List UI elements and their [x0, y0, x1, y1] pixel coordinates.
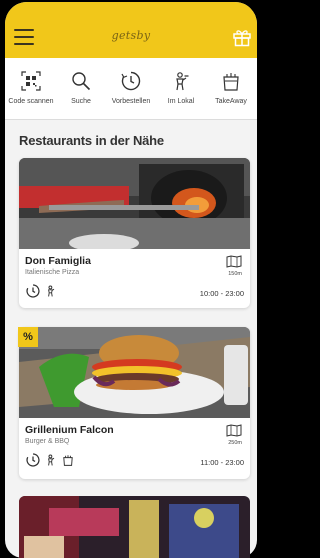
- action-label: Code scannen: [8, 98, 54, 105]
- qr-code-icon: [21, 71, 41, 91]
- restaurant-name: Don Famiglia: [25, 255, 91, 267]
- restaurant-hours: 11:00 - 23:00: [200, 458, 244, 467]
- restaurant-distance: 150m: [228, 271, 242, 277]
- restaurant-hours: 10:00 - 23:00: [199, 289, 244, 298]
- restaurant-card-grillenium-falcon[interactable]: Grillenium Falcon Burger & BBQ 250m 11:0…: [19, 327, 250, 479]
- action-code-scannen[interactable]: Code scannen: [6, 58, 56, 120]
- restaurant-photo: [19, 496, 250, 558]
- map-icon[interactable]: [226, 255, 242, 268]
- restaurant-features: [26, 284, 57, 298]
- quick-actions-bar: Code scannen Suche Vorbestellen Im Lokal…: [5, 58, 257, 120]
- restaurant-photo: [19, 158, 250, 249]
- takeaway-bag-icon: [63, 455, 73, 466]
- clock-icon: [26, 284, 40, 298]
- action-suche[interactable]: Suche: [56, 58, 106, 120]
- restaurant-category: Burger & BBQ: [25, 438, 70, 445]
- action-im-lokal[interactable]: Im Lokal: [156, 58, 206, 120]
- waiter-icon: [48, 285, 55, 297]
- restaurant-category: Italienische Pizza: [25, 269, 80, 276]
- restaurant-distance: 250m: [228, 440, 242, 446]
- clock-icon: [121, 71, 141, 91]
- waiter-icon: [176, 72, 189, 91]
- app-logo: getsby: [111, 29, 151, 42]
- waiter-icon: [48, 454, 55, 466]
- app-header: getsby: [5, 2, 257, 58]
- discount-badge: %: [18, 327, 38, 347]
- action-label: Im Lokal: [167, 98, 195, 105]
- restaurant-card-don-famiglia[interactable]: Don Famiglia Italienische Pizza 150m 10:…: [19, 158, 250, 308]
- search-icon: [72, 72, 91, 91]
- restaurant-features: [26, 453, 74, 467]
- map-icon[interactable]: [226, 424, 242, 437]
- action-takeaway[interactable]: TakeAway: [206, 58, 256, 120]
- action-vorbestellen[interactable]: Vorbestellen: [106, 58, 156, 120]
- action-label: TakeAway: [215, 98, 247, 105]
- restaurant-card-partial[interactable]: [19, 496, 250, 558]
- action-label: Vorbestellen: [111, 98, 151, 105]
- section-title: Restaurants in der Nähe: [19, 133, 164, 148]
- action-label: Suche: [71, 98, 91, 105]
- takeaway-bag-icon: [223, 73, 239, 91]
- restaurant-name: Grillenium Falcon: [25, 424, 114, 436]
- gift-icon[interactable]: [232, 27, 252, 47]
- restaurant-photo: [19, 327, 250, 418]
- clock-icon: [26, 453, 40, 467]
